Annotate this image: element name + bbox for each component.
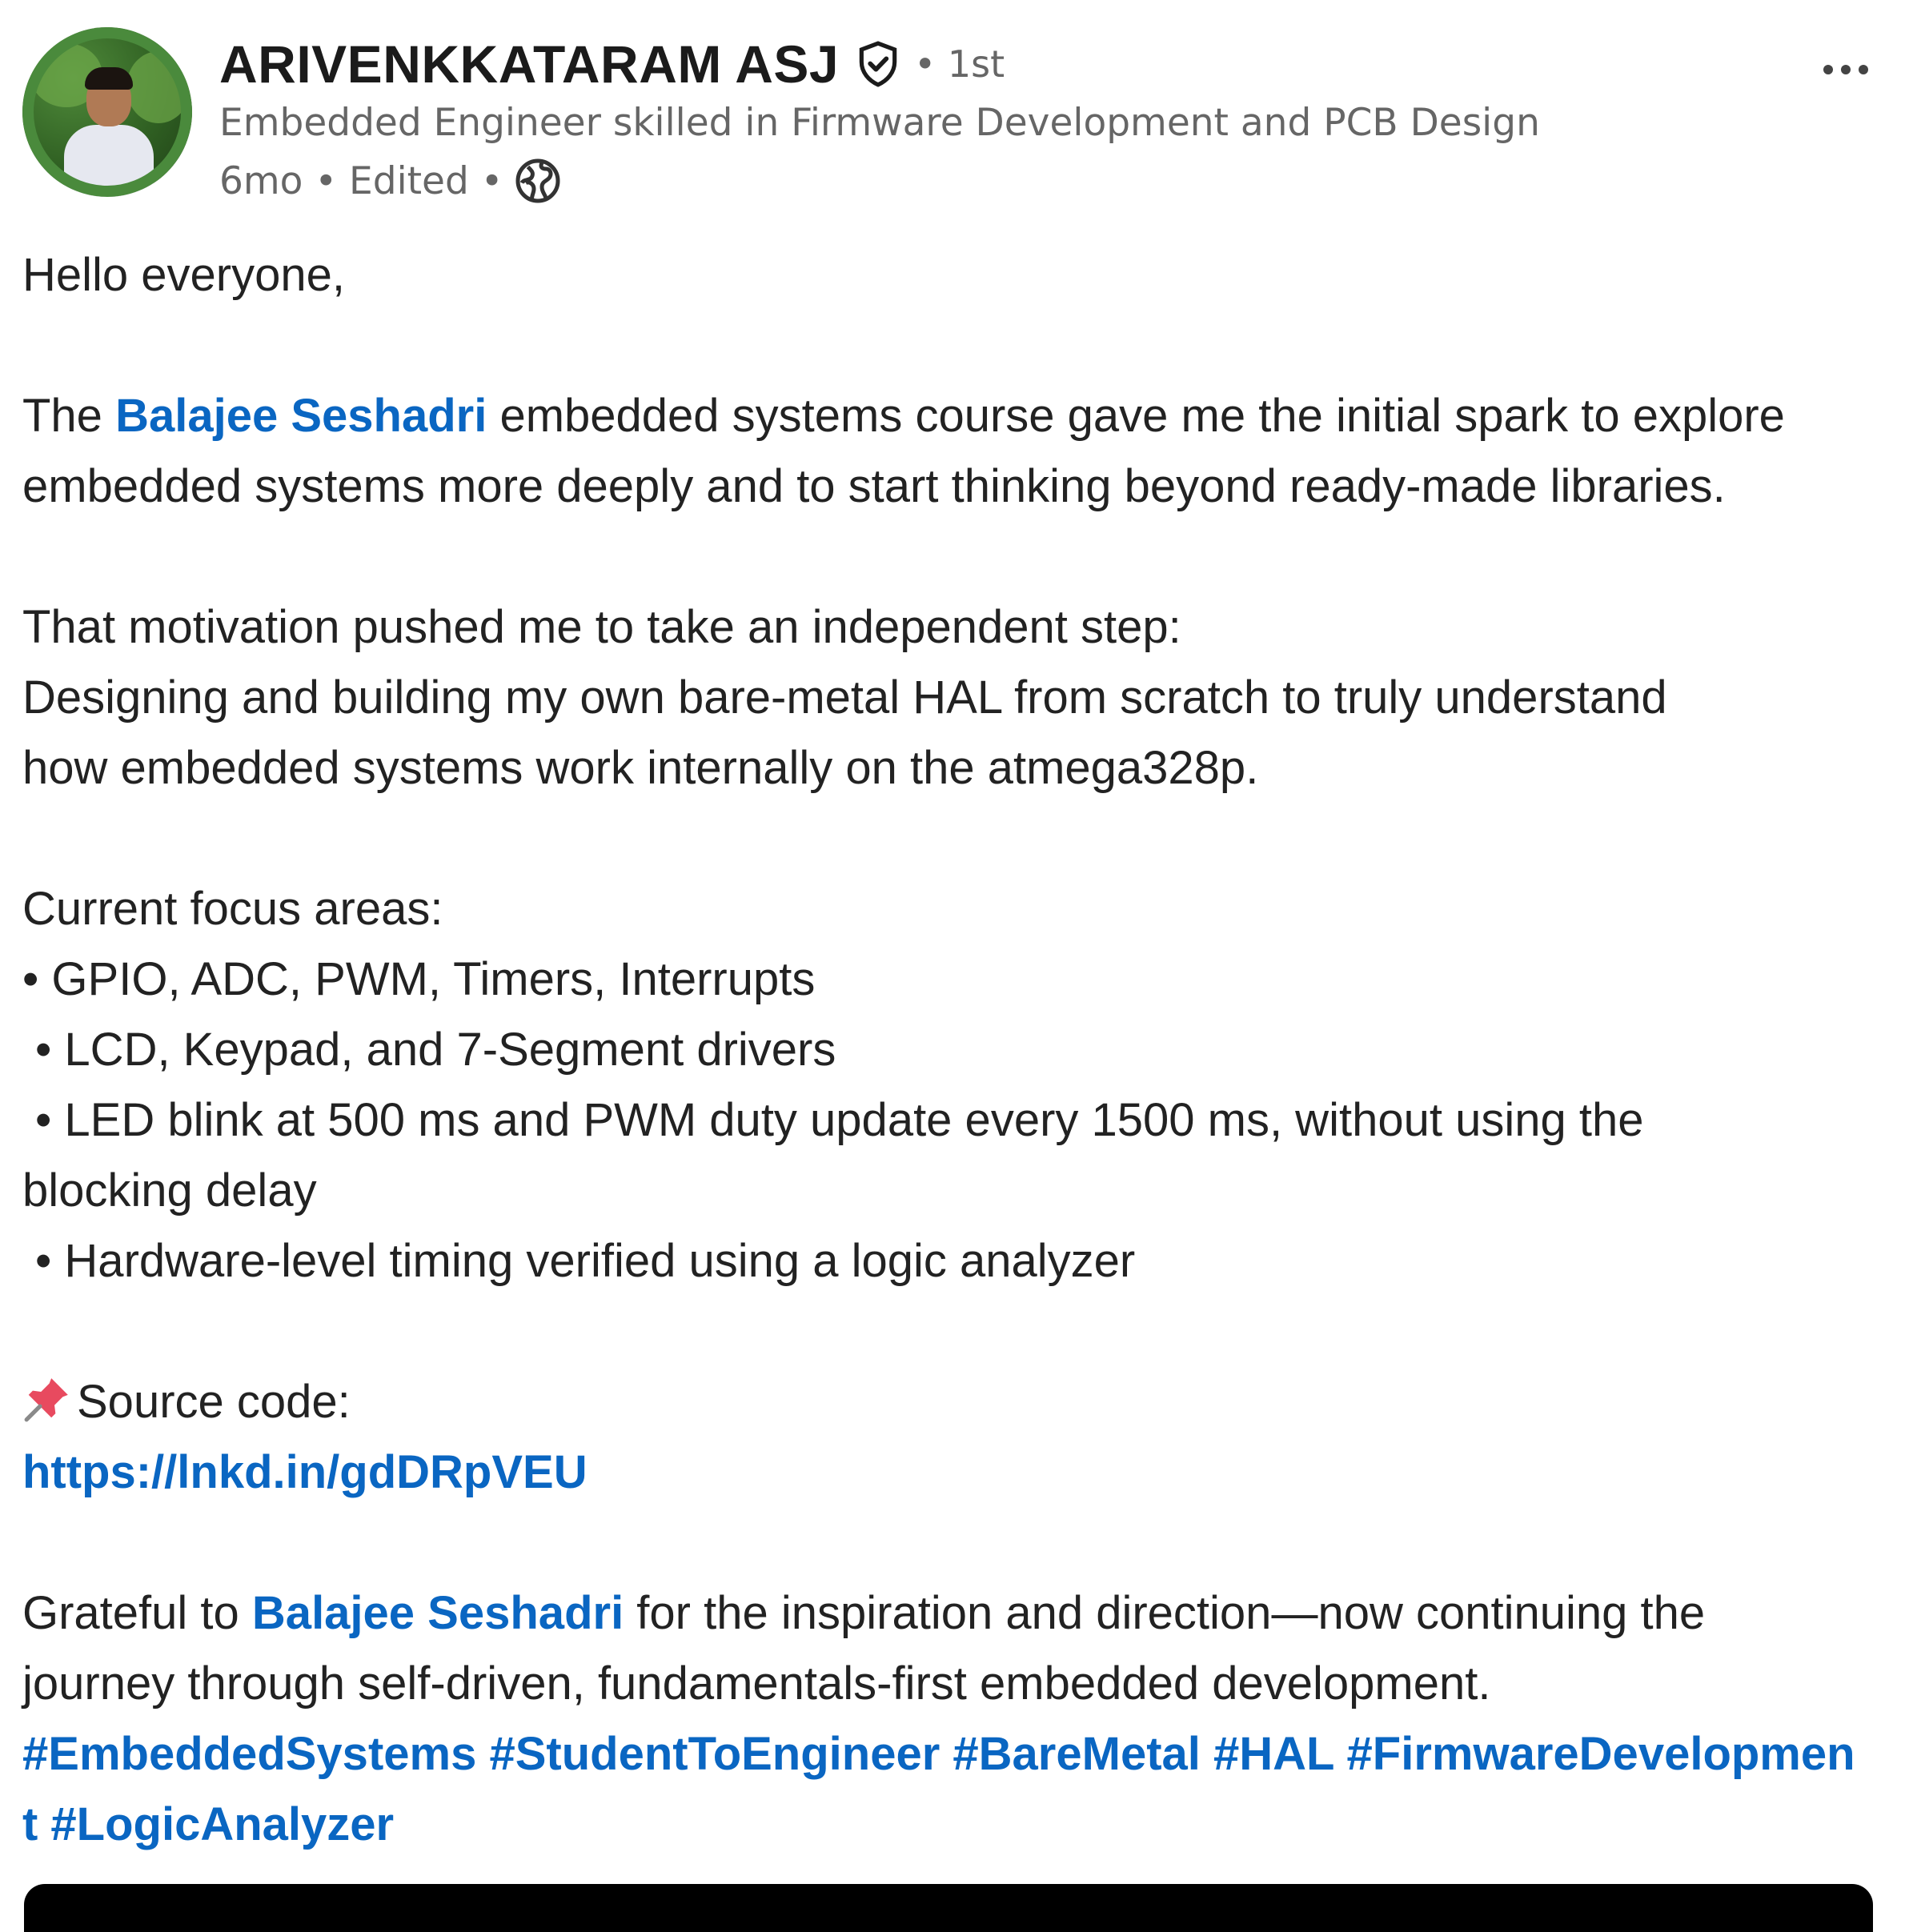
source-code-label-row: Source code: bbox=[22, 1367, 1887, 1437]
hashtag-links[interactable]: t #LogicAnalyzer bbox=[22, 1798, 394, 1850]
mention-balajee-seshadri[interactable]: Balajee Seshadri bbox=[252, 1587, 624, 1639]
source-code-label: Source code: bbox=[77, 1376, 351, 1428]
post-meta: 6mo • Edited • bbox=[219, 157, 562, 205]
paragraph-2-line-1: That motivation pushed me to take an ind… bbox=[22, 601, 1181, 653]
paragraph-1-line-1: The Balajee Seshadri embedded systems co… bbox=[22, 381, 1887, 451]
text-run: for the inspiration and direction—now co… bbox=[624, 1587, 1706, 1639]
post-body: Hello everyone, The Balajee Seshadri emb… bbox=[22, 240, 1887, 1860]
paragraph-1-line-2: embedded systems more deeply and to star… bbox=[22, 460, 1726, 512]
focus-title: Current focus areas: bbox=[22, 883, 443, 935]
text-run: Grateful to bbox=[22, 1587, 252, 1639]
author-name[interactable]: ARIVENKKATARAM ASJ bbox=[219, 34, 839, 94]
hashtags-line-2: t #LogicAnalyzer bbox=[22, 1790, 1887, 1860]
paragraph-2-line-2: Designing and building my own bare-metal… bbox=[22, 671, 1667, 723]
hashtags-line-1: #EmbeddedSystems #StudentToEngineer #Bar… bbox=[22, 1719, 1887, 1790]
paragraph-3-line-1: Grateful to Balajee Seshadri for the ins… bbox=[22, 1578, 1887, 1649]
pushpin-icon bbox=[24, 1378, 68, 1422]
greeting: Hello everyone, bbox=[22, 249, 345, 301]
focus-item: • Hardware-level timing verified using a… bbox=[35, 1235, 1136, 1287]
verified-shield-icon bbox=[859, 41, 897, 87]
focus-item: • LCD, Keypad, and 7-Segment drivers bbox=[35, 1024, 836, 1076]
author-headline: Embedded Engineer skilled in Firmware De… bbox=[219, 101, 1540, 145]
paragraph-2-line-3: how embedded systems work internally on … bbox=[22, 742, 1259, 794]
source-link-row: https://lnkd.in/gdDRpVEU bbox=[22, 1437, 1887, 1508]
source-code-link[interactable]: https://lnkd.in/gdDRpVEU bbox=[22, 1446, 588, 1498]
linkedin-post: ARIVENKKATARAM ASJ • 1st Embedded Engine… bbox=[0, 0, 1905, 1932]
open-to-work-ring bbox=[22, 27, 192, 197]
paragraph-3-line-2: journey through self-driven, fundamental… bbox=[22, 1657, 1491, 1710]
focus-item: • LED blink at 500 ms and PWM duty updat… bbox=[35, 1094, 1644, 1146]
text-run: The bbox=[22, 390, 116, 442]
avatar[interactable] bbox=[22, 27, 192, 197]
mention-balajee-seshadri[interactable]: Balajee Seshadri bbox=[115, 390, 487, 442]
globe-icon bbox=[515, 158, 560, 203]
text-run: embedded systems course gave me the init… bbox=[487, 390, 1785, 442]
hashtag-links[interactable]: #EmbeddedSystems #StudentToEngineer #Bar… bbox=[22, 1728, 1855, 1780]
connection-degree: • 1st bbox=[914, 42, 1005, 86]
post-media-preview[interactable] bbox=[24, 1884, 1873, 1932]
focus-item: • GPIO, ADC, PWM, Timers, Interrupts bbox=[22, 953, 816, 1005]
more-options-icon[interactable] bbox=[1820, 58, 1871, 82]
focus-item-continuation: blocking delay bbox=[22, 1164, 317, 1217]
author-name-row: ARIVENKKATARAM ASJ • 1st bbox=[219, 30, 1005, 98]
post-time: 6mo • Edited • bbox=[219, 158, 503, 203]
